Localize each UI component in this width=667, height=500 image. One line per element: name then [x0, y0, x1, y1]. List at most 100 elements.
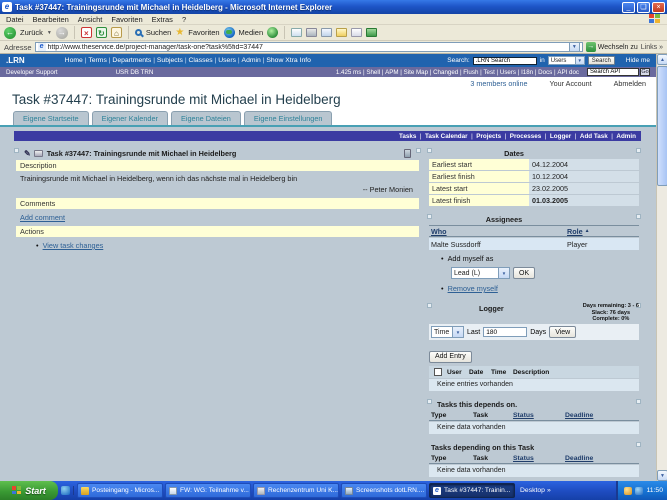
media-label[interactable]: Medien	[239, 28, 264, 37]
role-select[interactable]: Lead (L) ▼	[451, 267, 510, 279]
your-account-link[interactable]: Your Account	[550, 79, 592, 88]
messenger-icon[interactable]	[351, 28, 362, 37]
search-button[interactable]: Search	[588, 56, 615, 65]
print-icon[interactable]	[306, 28, 317, 37]
hide-me-link[interactable]: Hide me	[626, 57, 650, 64]
remove-myself-link[interactable]: Remove myself	[448, 284, 498, 293]
taskbar-item-outlook[interactable]: Posteingang - Micros...	[77, 483, 163, 498]
developer-support-label[interactable]: Developer Support	[6, 69, 58, 76]
devlink-api-doc[interactable]: API doc	[557, 69, 579, 76]
subnav-logger[interactable]: Logger	[550, 133, 580, 140]
discuss-icon[interactable]	[336, 28, 347, 37]
scroll-down-icon[interactable]: ▼	[657, 470, 667, 481]
who-column-sort[interactable]: Who	[429, 227, 567, 236]
back-dropdown-icon[interactable]: ▼	[47, 30, 52, 36]
taskbar-item-screenshots[interactable]: Screenshots dotLRN....	[341, 483, 427, 498]
desktop-toolbar[interactable]: Desktop »	[520, 487, 551, 494]
tab-eigener-kalender[interactable]: Eigener Kalender	[92, 111, 168, 125]
menu-datei[interactable]: Datei	[6, 15, 24, 24]
view-task-changes-link[interactable]: View task changes	[43, 241, 104, 250]
members-online-link[interactable]: 3 members online	[470, 79, 527, 88]
scroll-up-icon[interactable]: ▲	[657, 54, 667, 65]
portlet-corner-icon[interactable]	[427, 399, 432, 404]
forward-icon[interactable]: →	[56, 27, 68, 39]
select-all-checkbox[interactable]	[434, 368, 442, 376]
back-label[interactable]: Zurück	[20, 28, 43, 37]
metric-select[interactable]: Time ▼	[431, 326, 464, 338]
tray-network-icon[interactable]	[635, 487, 643, 495]
restore-button[interactable]: ❏	[637, 2, 650, 13]
close-button[interactable]: ×	[652, 2, 665, 13]
subnav-add-task[interactable]: Add Task	[580, 133, 617, 140]
add-comment-link[interactable]: Add comment	[20, 213, 65, 222]
search-icon[interactable]	[135, 29, 142, 36]
portlet-corner-icon[interactable]	[636, 399, 641, 404]
tab-eigene-dateien[interactable]: Eigene Dateien	[171, 111, 241, 125]
address-input[interactable]	[48, 43, 567, 51]
logout-link[interactable]: Abmelden	[614, 79, 646, 88]
col-user[interactable]: User	[447, 369, 469, 376]
favorites-star-icon[interactable]: ★	[175, 27, 184, 38]
portlet-corner-icon[interactable]	[636, 148, 641, 153]
portlet-corner-icon[interactable]	[427, 148, 432, 153]
nav-terms[interactable]: Terms	[88, 57, 112, 64]
devlink-changed[interactable]: Changed	[433, 69, 463, 76]
last-days-input[interactable]	[483, 327, 527, 337]
msn-icon[interactable]	[366, 28, 377, 37]
lrn-logo[interactable]: .LRN	[6, 56, 25, 65]
history-icon[interactable]	[267, 27, 278, 38]
devlink-i18n[interactable]: I18n	[521, 69, 538, 76]
edit-task-icon[interactable]: ✎	[24, 149, 31, 158]
devlink-docs[interactable]: Docs	[538, 69, 557, 76]
col-status-sort[interactable]: Status	[513, 455, 565, 462]
portlet-corner-icon[interactable]	[636, 442, 641, 447]
stop-icon[interactable]: ×	[81, 27, 92, 38]
devlink-users[interactable]: Users	[500, 69, 521, 76]
start-button[interactable]: Start	[0, 481, 58, 500]
nav-classes[interactable]: Classes	[189, 57, 219, 64]
scrollbar-thumb[interactable]	[657, 66, 667, 186]
tray-clock[interactable]: 11:50	[646, 487, 663, 494]
menu-favoriten[interactable]: Favoriten	[111, 15, 142, 24]
add-entry-button[interactable]: Add Entry	[429, 351, 472, 363]
taskbar-item-rechenzentrum[interactable]: Rechenzentrum Uni K...	[253, 483, 339, 498]
menu-extras[interactable]: Extras	[152, 15, 173, 24]
nav-home[interactable]: Home	[65, 57, 89, 64]
portlet-corner-icon[interactable]	[416, 148, 421, 153]
subnav-task-calendar[interactable]: Task Calendar	[425, 133, 476, 140]
nav-admin[interactable]: Admin	[242, 57, 267, 64]
nav-departments[interactable]: Departments	[112, 57, 156, 64]
address-field[interactable]: e ▼	[35, 42, 583, 52]
nav-show-xtra-info[interactable]: Show Xtra Info	[266, 57, 311, 64]
back-icon[interactable]: ←	[4, 27, 16, 39]
links-toolbar[interactable]: Links »	[641, 44, 663, 51]
links-chevron-icon[interactable]: »	[659, 44, 663, 51]
subnav-admin[interactable]: Admin	[616, 133, 636, 140]
portlet-corner-icon[interactable]	[427, 303, 432, 308]
portlet-corner-icon[interactable]	[14, 148, 19, 153]
developer-flags[interactable]: USR DB TRN	[116, 69, 154, 76]
col-date[interactable]: Date	[469, 369, 491, 376]
devlink-apm[interactable]: APM	[385, 69, 403, 76]
address-dropdown-icon[interactable]: ▼	[569, 42, 580, 52]
quick-launch-icon[interactable]	[61, 486, 70, 495]
col-deadline-sort[interactable]: Deadline	[565, 412, 639, 419]
taskbar-item-mail[interactable]: FW: WG: Teilnahme v...	[165, 483, 251, 498]
window-titlebar[interactable]: e Task #37447: Trainingsrunde mit Michae…	[0, 0, 667, 14]
subnav-projects[interactable]: Projects	[476, 133, 510, 140]
print-task-icon[interactable]	[34, 150, 43, 157]
api-go-button[interactable]: Go	[640, 68, 650, 76]
devlink-test[interactable]: Test	[483, 69, 499, 76]
search-label[interactable]: Suchen	[146, 28, 171, 37]
media-icon[interactable]	[224, 27, 235, 38]
ok-button[interactable]: OK	[513, 267, 535, 279]
desktop-chevron-icon[interactable]: »	[547, 487, 551, 494]
vertical-scrollbar[interactable]: ▲ ▼	[656, 54, 667, 481]
subnav-tasks[interactable]: Tasks	[399, 133, 425, 140]
taskbar-item-task-active[interactable]: e Task #37447: Trainin...	[429, 483, 515, 498]
tray-update-icon[interactable]	[624, 487, 632, 495]
col-status-sort[interactable]: Status	[513, 412, 565, 419]
home-icon[interactable]: ⌂	[111, 27, 122, 38]
devlink-shell[interactable]: Shell	[366, 69, 385, 76]
search-scope-select[interactable]: Users ▼	[548, 56, 585, 65]
